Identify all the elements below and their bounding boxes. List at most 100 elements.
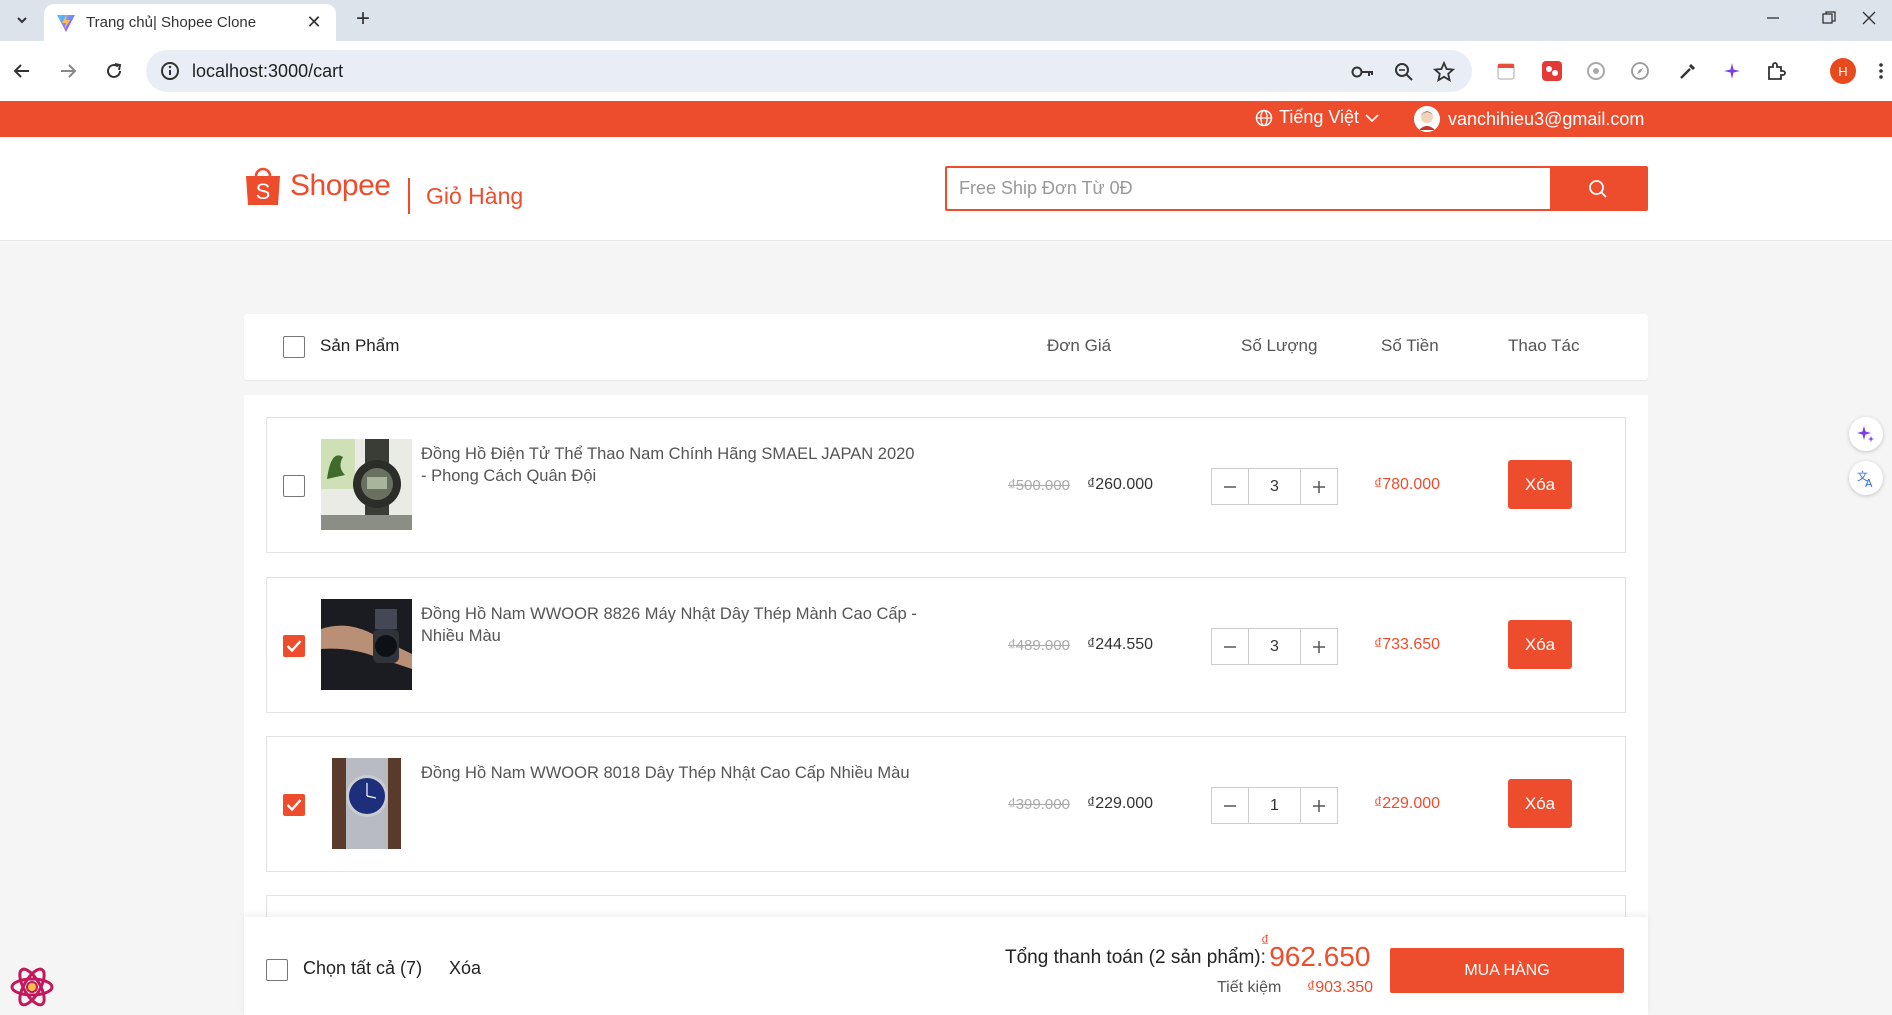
tab-title: Trang chủ| Shopee Clone: [86, 14, 257, 31]
user-menu[interactable]: vanchihieu3@gmail.com: [1414, 106, 1644, 132]
close-icon: [1862, 11, 1876, 25]
ai-assistant-button[interactable]: [1849, 417, 1883, 451]
col-quantity: Số Lượng: [1241, 336, 1318, 355]
watch-image-icon: [321, 599, 412, 690]
item-total: ₫733.650: [1374, 636, 1441, 653]
arrow-right-icon: [61, 64, 77, 78]
decrease-qty-button[interactable]: [1212, 788, 1248, 823]
total-label: Tổng thanh toán (2 sản phẩm):: [1005, 947, 1266, 968]
top-navbar: Tiếng Việt vanchihieu3@gmail.com: [0, 101, 1892, 137]
checkmark-icon: [286, 799, 302, 812]
checkout-button[interactable]: MUA HÀNG: [1390, 948, 1624, 993]
bookmark-star-icon[interactable]: [1431, 59, 1457, 85]
address-bar[interactable]: localhost:3000/cart: [146, 50, 1472, 92]
minimize-window-button[interactable]: [1750, 2, 1796, 34]
saving-amount: ₫903.350: [1307, 979, 1374, 996]
close-tab-icon[interactable]: ✕: [302, 10, 326, 34]
decrease-qty-button[interactable]: [1212, 629, 1248, 664]
col-unit-price: Đơn Giá: [1047, 336, 1112, 355]
delete-item-button[interactable]: Xóa: [1508, 779, 1572, 828]
col-product: Sản Phẩm: [320, 336, 400, 355]
new-tab-button[interactable]: +: [348, 4, 378, 34]
delete-item-button[interactable]: Xóa: [1508, 620, 1572, 669]
unit-price: ₫244.550: [1087, 636, 1154, 653]
extension-compass-icon[interactable]: [1626, 57, 1654, 85]
tab-search-button[interactable]: [8, 6, 36, 34]
delete-selected-button[interactable]: Xóa: [449, 958, 481, 979]
old-price: ₫399.000: [1008, 796, 1070, 813]
minus-icon: [1224, 804, 1236, 807]
watch-image-icon: [321, 439, 412, 530]
item-total: ₫780.000: [1374, 476, 1441, 493]
total-value: 962.650: [1269, 941, 1371, 972]
forward-button[interactable]: [52, 55, 84, 87]
old-price: ₫500.000: [1008, 477, 1070, 494]
unit-price: ₫229.000: [1087, 795, 1154, 812]
back-button[interactable]: [6, 55, 38, 87]
language-selector[interactable]: Tiếng Việt: [1255, 107, 1379, 128]
extension-red-icon[interactable]: [1538, 57, 1566, 85]
quantity-stepper: 3: [1211, 628, 1338, 665]
zoom-icon[interactable]: [1391, 59, 1417, 85]
item-checkbox[interactable]: [283, 475, 305, 497]
password-key-icon[interactable]: [1350, 59, 1376, 85]
svg-text:A: A: [1865, 477, 1873, 488]
select-all-checkbox[interactable]: [266, 959, 288, 981]
increase-qty-button[interactable]: [1301, 469, 1337, 504]
close-window-button[interactable]: [1846, 2, 1892, 34]
site-info-icon[interactable]: [158, 59, 182, 83]
browser-tab-strip: Trang chủ| Shopee Clone ✕ +: [0, 0, 1892, 41]
active-tab[interactable]: Trang chủ| Shopee Clone ✕: [44, 4, 336, 41]
saving-label: Tiết kiệm: [1217, 979, 1282, 996]
cart-item: Đồng Hồ Điện Tử Thể Thao Nam Chính Hãng …: [266, 417, 1626, 553]
product-image[interactable]: [321, 439, 412, 530]
extension-eyedropper-icon[interactable]: [1674, 57, 1702, 85]
cart-checkout-bar: Chọn tất cả (7) Xóa Tổng thanh toán (2 s…: [244, 917, 1648, 1015]
user-email: vanchihieu3@gmail.com: [1448, 108, 1645, 129]
quantity-stepper: 1: [1211, 787, 1338, 824]
profile-avatar[interactable]: H: [1830, 58, 1856, 84]
delete-item-button[interactable]: Xóa: [1508, 460, 1572, 509]
user-avatar: [1414, 106, 1440, 132]
col-actions: Thao Tác: [1508, 336, 1580, 355]
select-all-label[interactable]: Chọn tất cả (7): [303, 958, 422, 979]
logo-text: Shopee: [290, 169, 391, 202]
browser-menu-icon[interactable]: [1874, 57, 1888, 85]
plus-icon: [1313, 799, 1325, 812]
plus-icon: [1313, 640, 1325, 653]
increase-qty-button[interactable]: [1301, 629, 1337, 664]
extension-calendar-icon[interactable]: [1492, 57, 1520, 85]
search-input[interactable]: [947, 168, 1551, 209]
chevron-down-icon: [1365, 113, 1379, 122]
reload-icon: [107, 63, 122, 78]
select-all-checkbox-top[interactable]: [283, 336, 305, 358]
language-label: Tiếng Việt: [1279, 107, 1360, 127]
react-devtools-icon[interactable]: [9, 964, 55, 1010]
shopee-logo[interactable]: S Shopee: [244, 165, 391, 207]
extension-sparkle-icon[interactable]: [1718, 57, 1746, 85]
quantity-stepper: 3: [1211, 468, 1338, 505]
extension-gear-icon[interactable]: [1582, 57, 1610, 85]
page-title: Giỏ Hàng: [426, 183, 524, 209]
product-name[interactable]: Đồng Hồ Nam WWOOR 8826 Máy Nhật Dây Thép…: [421, 603, 921, 647]
search-button[interactable]: [1550, 168, 1646, 209]
sparkle-icon: [1857, 426, 1874, 442]
product-name[interactable]: Đồng Hồ Nam WWOOR 8018 Dây Thép Nhật Cao…: [421, 762, 921, 784]
product-image[interactable]: [332, 758, 401, 849]
arrow-left-icon: [13, 64, 29, 78]
total-amount: ₫962.650: [1261, 933, 1371, 973]
quantity-input[interactable]: 3: [1248, 469, 1301, 504]
plus-icon: [1313, 480, 1325, 493]
reload-button[interactable]: [98, 55, 130, 87]
increase-qty-button[interactable]: [1301, 788, 1337, 823]
decrease-qty-button[interactable]: [1212, 469, 1248, 504]
item-checkbox[interactable]: [283, 794, 305, 816]
extensions-puzzle-icon[interactable]: [1762, 57, 1790, 85]
translate-button[interactable]: 文A: [1849, 461, 1883, 495]
product-name[interactable]: Đồng Hồ Điện Tử Thể Thao Nam Chính Hãng …: [421, 443, 921, 487]
item-checkbox[interactable]: [283, 635, 305, 657]
quantity-input[interactable]: 3: [1248, 629, 1301, 664]
unit-price: ₫260.000: [1087, 476, 1154, 493]
product-image[interactable]: [321, 599, 412, 690]
quantity-input[interactable]: 1: [1248, 788, 1301, 823]
